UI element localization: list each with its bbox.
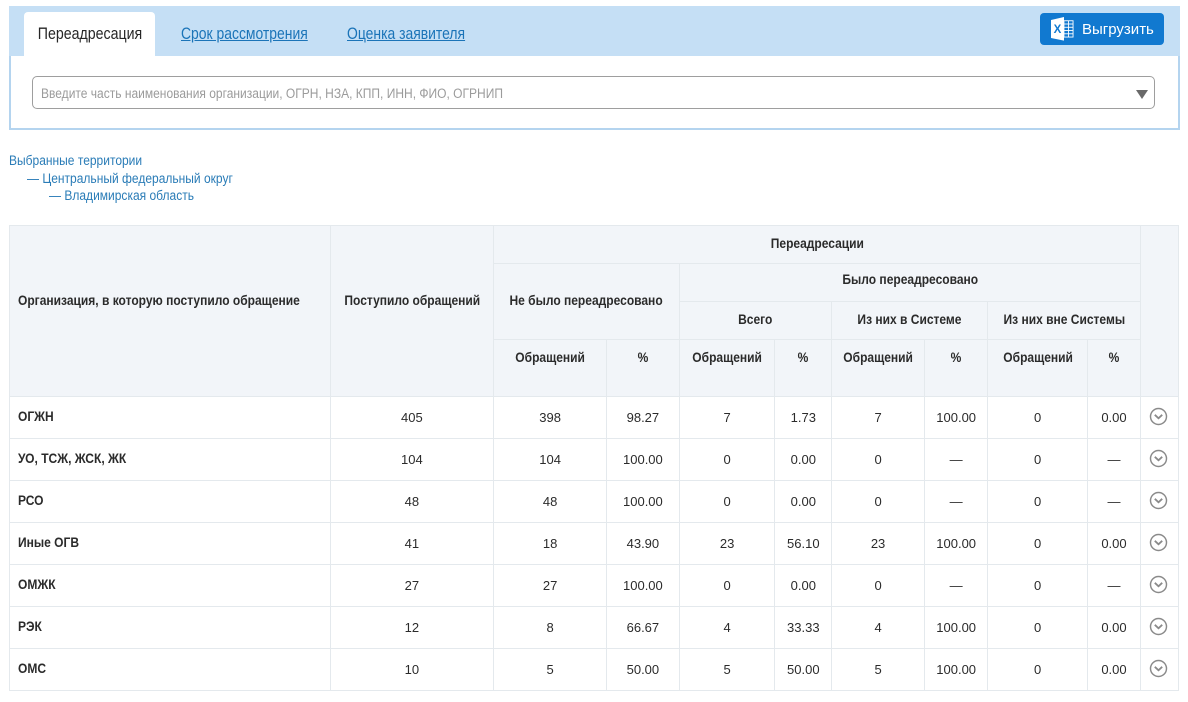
svg-text:X: X	[1054, 24, 1062, 36]
